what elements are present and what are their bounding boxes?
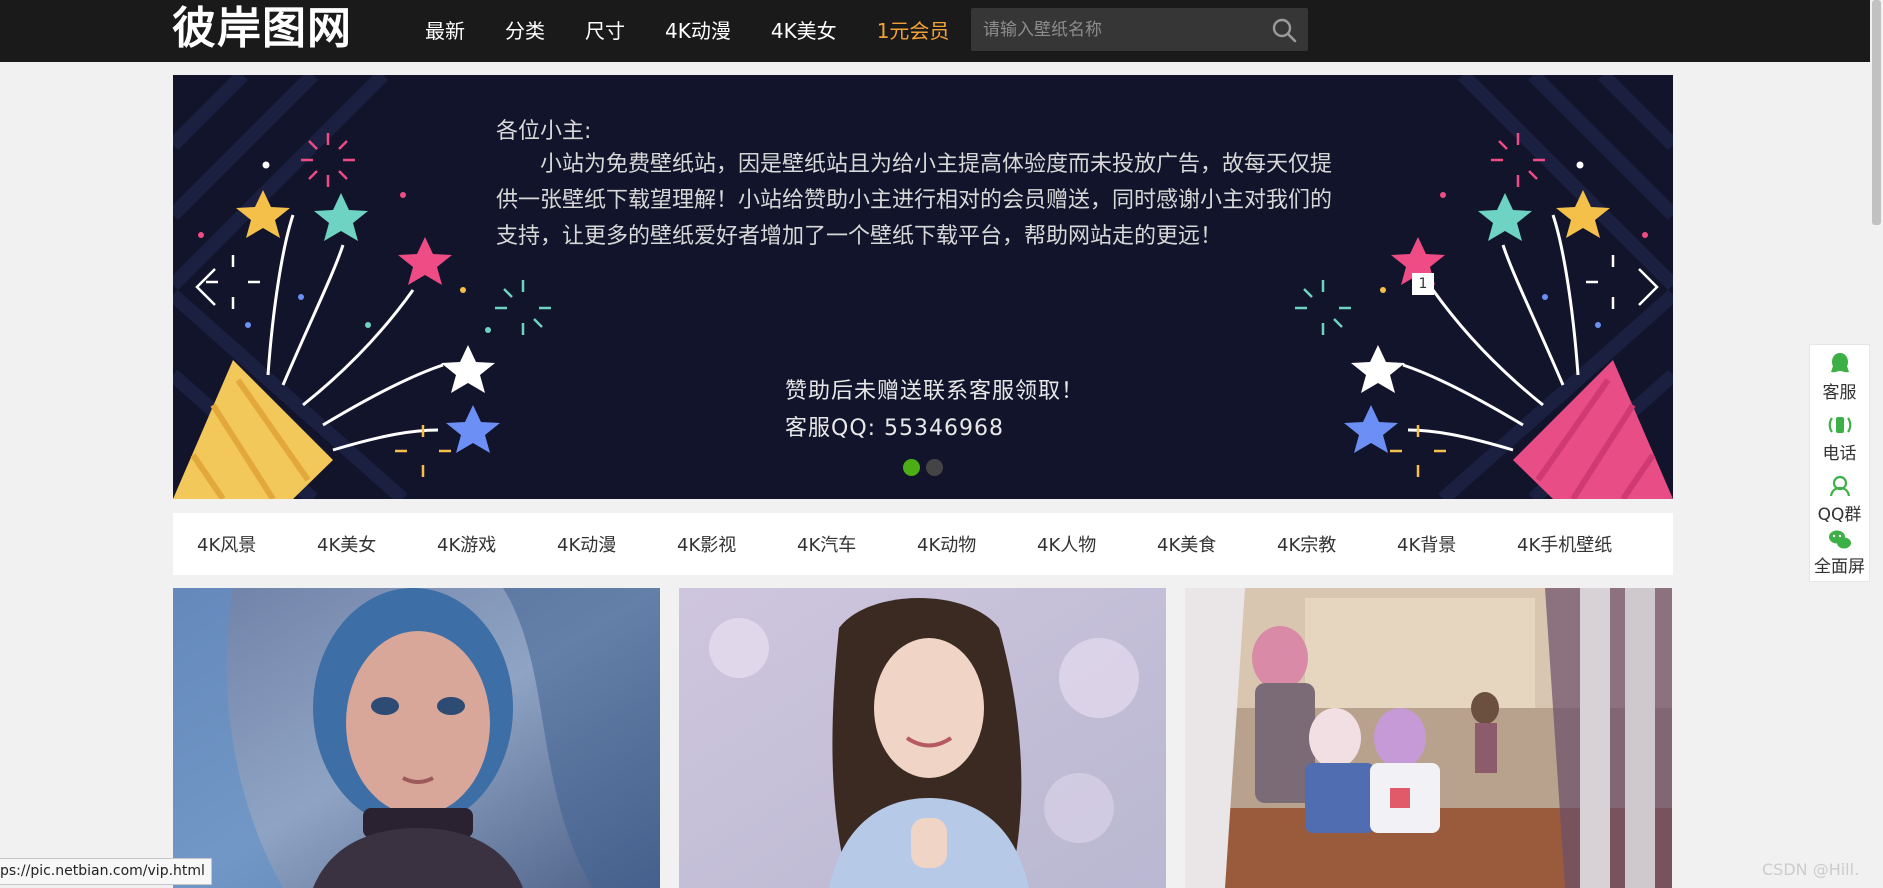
wechat-icon <box>1828 530 1851 549</box>
side-label-customer-service: 客服 <box>1822 383 1857 403</box>
wallpaper-card-3[interactable] <box>1185 588 1672 888</box>
qq-group-icon <box>1829 475 1850 497</box>
side-fullscreen[interactable]: 全面屏 <box>1810 525 1869 585</box>
nav-4k-anime[interactable]: 4K动漫 <box>645 0 751 62</box>
page-scrollbar[interactable] <box>1870 0 1883 888</box>
customer-service-icon <box>1830 353 1849 373</box>
carousel-dot-2[interactable] <box>926 459 943 476</box>
slide-number-badge: 1 <box>1412 273 1434 295</box>
category-landscape[interactable]: 4K风景 <box>197 531 317 557</box>
site-logo[interactable]: 彼岸图网 <box>172 4 352 54</box>
search-input[interactable] <box>971 8 1261 51</box>
banner-carousel[interactable]: 各位小主: 小站为免费壁纸站，因是壁纸站且为给小主提高体验度而未投放广告，故每天… <box>173 75 1673 499</box>
side-qq-group[interactable]: QQ群 <box>1810 469 1869 529</box>
nav-category[interactable]: 分类 <box>485 0 565 62</box>
side-label-phone: 电话 <box>1822 444 1857 464</box>
category-food[interactable]: 4K美食 <box>1157 531 1277 557</box>
category-car[interactable]: 4K汽车 <box>797 531 917 557</box>
nav-4k-beauty[interactable]: 4K美女 <box>751 0 857 62</box>
side-label-fullscreen: 全面屏 <box>1814 557 1865 577</box>
category-bar: 4K风景 4K美女 4K游戏 4K动漫 4K影视 4K汽车 4K动物 4K人物 … <box>173 513 1673 575</box>
csdn-watermark: CSDN @Hill. <box>1762 860 1860 879</box>
banner-greeting: 各位小主: <box>496 119 592 144</box>
floating-contact-panel: 客服 电话 QQ群 全面屏 <box>1809 344 1870 582</box>
nav-vip[interactable]: 1元会员 <box>857 0 970 62</box>
carousel-dots <box>903 459 943 476</box>
wallpaper-card-1[interactable] <box>173 588 660 888</box>
category-people[interactable]: 4K人物 <box>1037 531 1157 557</box>
nav-latest[interactable]: 最新 <box>405 0 485 62</box>
search-box <box>971 8 1308 51</box>
woman-portrait-photo-image <box>679 588 1166 888</box>
phone-icon <box>1828 417 1851 433</box>
side-customer-service[interactable]: 客服 <box>1810 347 1869 407</box>
banner-sponsor-note: 赞助后未赠送联系客服领取！ <box>785 379 1085 404</box>
carousel-prev-arrow-icon[interactable] <box>191 265 221 309</box>
nav-size[interactable]: 尺寸 <box>565 0 645 62</box>
browser-status-url: ps://pic.netbian.com/vip.html <box>0 858 212 885</box>
side-phone[interactable]: 电话 <box>1810 408 1869 468</box>
carousel-dot-1[interactable] <box>903 459 920 476</box>
search-icon[interactable] <box>1270 16 1298 44</box>
main-nav: 最新 分类 尺寸 4K动漫 4K美女 1元会员 <box>405 0 969 62</box>
category-mobile-wallpaper[interactable]: 4K手机壁纸 <box>1517 531 1637 557</box>
category-anime[interactable]: 4K动漫 <box>557 531 677 557</box>
category-religion[interactable]: 4K宗教 <box>1277 531 1397 557</box>
category-animal[interactable]: 4K动物 <box>917 531 1037 557</box>
wallpaper-card-2[interactable] <box>679 588 1166 888</box>
banner-paragraph: 小站为免费壁纸站，因是壁纸站且为给小主提高体验度而未投放广告，故每天仅提供一张壁… <box>496 152 1333 249</box>
category-film[interactable]: 4K影视 <box>677 531 797 557</box>
side-label-qq-group: QQ群 <box>1817 505 1862 525</box>
anime-group-classroom-image <box>1185 588 1672 888</box>
category-background[interactable]: 4K背景 <box>1397 531 1517 557</box>
banner-qq-contact: 客服QQ: 55346968 <box>785 416 1005 441</box>
category-game[interactable]: 4K游戏 <box>437 531 557 557</box>
top-navbar: 彼岸图网 最新 分类 尺寸 4K动漫 4K美女 1元会员 <box>0 0 1870 62</box>
carousel-next-arrow-icon[interactable] <box>1633 265 1663 309</box>
page-scrollbar-thumb[interactable] <box>1872 0 1881 225</box>
category-beauty[interactable]: 4K美女 <box>317 531 437 557</box>
anime-girl-blue-hair-image <box>173 588 660 888</box>
